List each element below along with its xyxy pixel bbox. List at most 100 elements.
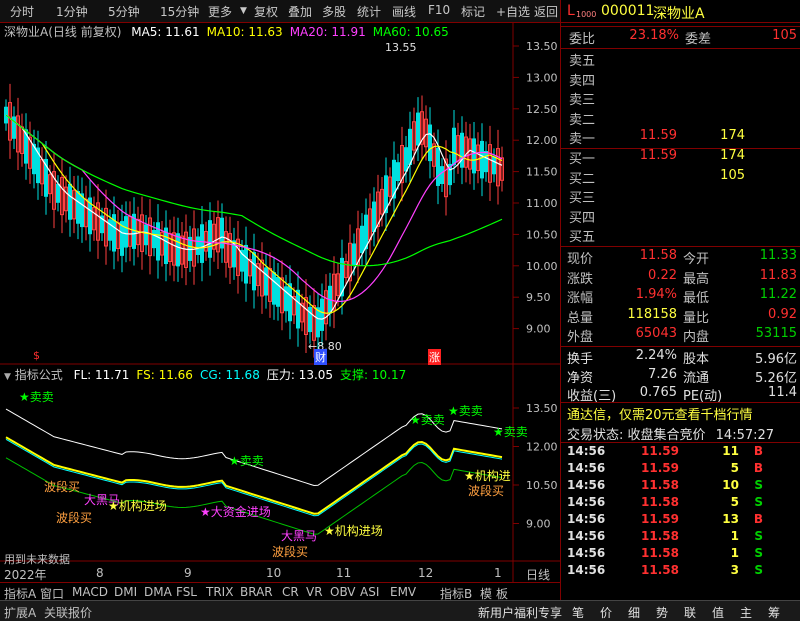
tick-p: 11.59	[641, 461, 679, 475]
price-tick-label: 10.00	[526, 260, 558, 273]
stock-title-bar: L 1000 000011 深物业A	[561, 0, 800, 22]
tab-1min[interactable]: 1分钟	[56, 3, 88, 20]
candle-body	[372, 201, 376, 233]
indicator-tick-label: 13.50	[526, 402, 558, 415]
asks-row: 卖五	[561, 50, 800, 70]
indicator-tab[interactable]: DMA	[144, 585, 172, 599]
quote2-v1: 2.24%	[635, 348, 677, 363]
indicator-header: ▼ 指标公式 FL: 11.71 FS: 11.66 CG: 11.68 压力: 13…	[4, 366, 406, 383]
panel-tab[interactable]: 细	[628, 604, 640, 621]
panel-tab[interactable]: 值	[712, 604, 724, 621]
quote-v2: 11.33	[759, 248, 797, 263]
tick-t: 14:56	[567, 512, 606, 526]
bids-row: 买二 105	[561, 168, 800, 188]
indicator-tab[interactable]: VR	[306, 585, 323, 599]
panel-tab[interactable]: 笔	[572, 604, 584, 621]
indicator-tab[interactable]: MACD	[72, 585, 108, 599]
bids-row: 买一 11.59 174	[561, 148, 800, 168]
quote-v2: 53115	[755, 326, 797, 341]
indicator-legend: FL: 11.71 FS: 11.66 CG: 11.68 压力: 13.05 支撑: …	[67, 368, 407, 382]
quote2-v2: 5.96亿	[755, 352, 797, 367]
quote-panel: L 1000 000011 深物业A 委比 23.18% 委差 105 卖五 卖四…	[560, 0, 800, 600]
indicator-tab[interactable]: EMV	[390, 585, 416, 599]
tick-row: 14:56 11.59 13 B	[561, 512, 800, 529]
chevron-down-icon[interactable]: ▼	[240, 6, 247, 16]
tick-v: 10	[722, 478, 739, 492]
quote-row: 涨跌 0.22 最高 11.83	[561, 268, 800, 288]
btn-related-quote[interactable]: 关联报价	[44, 604, 92, 621]
tick-t: 14:56	[567, 495, 606, 509]
asks-label: 卖五	[569, 54, 596, 69]
candle-body	[108, 219, 112, 241]
quote2-l2: 流通	[683, 370, 710, 386]
panel-tab[interactable]: 联	[684, 604, 696, 621]
bids-row: 买三	[561, 187, 800, 207]
candle-body	[80, 193, 84, 228]
panel-tab[interactable]: 筹	[768, 604, 780, 621]
price-tick-label: 10.50	[526, 228, 558, 241]
quote2-v2: 11.4	[768, 385, 797, 400]
quote-l2: 最低	[683, 291, 710, 306]
btn-duogu[interactable]: 多股	[322, 3, 346, 20]
chevron-down-icon[interactable]: ▼	[4, 372, 11, 382]
candle-body	[288, 283, 292, 322]
panel-tab[interactable]: 主	[740, 604, 752, 621]
candle-body	[164, 227, 168, 265]
indicator-tab[interactable]: ASI	[360, 585, 379, 599]
btn-huaxian[interactable]: 画线	[392, 3, 416, 20]
btn-diejia[interactable]: 叠加	[288, 3, 312, 20]
asks-label: 卖二	[569, 112, 596, 128]
btn-tongji[interactable]: 统计	[357, 3, 381, 20]
tick-p: 11.58	[641, 529, 679, 543]
candle-body	[460, 132, 464, 168]
quote-l1: 现价	[567, 252, 594, 267]
candle-body	[244, 244, 248, 284]
indicator-tab[interactable]: OBV	[330, 585, 356, 599]
candle-body	[56, 183, 60, 203]
btn-biaoji[interactable]: 标记	[461, 3, 485, 20]
indicator-tab[interactable]: DMI	[114, 585, 137, 599]
btn-add-favorite[interactable]: +自选	[496, 3, 530, 20]
signal-sell: ★卖卖	[448, 404, 483, 418]
indicator-tabbar: 指标A 窗口 MACD DMI DMA FSL TRIX BRAR CR VR OBV ASI EMV 指…	[0, 582, 560, 601]
signal-sell: ★卖卖	[493, 425, 528, 439]
candle-body	[76, 191, 80, 224]
indicator-tab[interactable]: BRAR	[240, 585, 273, 599]
tab-more[interactable]: 更多	[208, 3, 232, 20]
signal-inst-entry: ★机构进场	[108, 499, 167, 513]
tab-5min[interactable]: 5分钟	[108, 3, 140, 20]
committee-ratio: 23.18%	[629, 28, 679, 43]
tick-t: 14:56	[567, 461, 606, 475]
period-label[interactable]: 日线	[526, 566, 550, 583]
tick-v: 5	[730, 495, 739, 509]
indicator-tab[interactable]: TRIX	[206, 585, 233, 599]
marker-cai: 财	[314, 349, 327, 365]
tick-row: 14:56 11.59 5 B	[561, 461, 800, 478]
indicator-tab[interactable]: CR	[282, 585, 299, 599]
indicator-tab[interactable]: FSL	[176, 585, 197, 599]
btn-fuquan[interactable]: 复权	[254, 3, 278, 20]
tick-row: 14:56 11.59 11 B	[561, 444, 800, 461]
promo-link[interactable]: 新用户福利专享	[478, 604, 562, 621]
panel-tab[interactable]: 势	[656, 604, 668, 621]
status-bar: 扩展A 关联报价 新用户福利专享 笔价细势联值主筹	[0, 600, 800, 621]
bids-volume: 105	[720, 167, 745, 183]
ad-banner[interactable]: 通达信，仅需20元查看千档行情	[567, 404, 753, 423]
date-month: 12	[418, 566, 434, 580]
tick-row: 14:56 11.58 1 S	[561, 529, 800, 546]
tab-fenshi[interactable]: 分时	[10, 3, 34, 20]
tick-d: S	[754, 478, 763, 492]
panel-tab[interactable]: 价	[600, 604, 612, 621]
btn-back[interactable]: 返回	[534, 3, 558, 20]
btn-f10[interactable]: F10	[428, 3, 450, 17]
stock-code-sub: 1000	[576, 10, 597, 19]
price-tick-label: 9.50	[526, 291, 551, 304]
date-month: 11	[336, 566, 352, 580]
tab-15min[interactable]: 15分钟	[160, 3, 199, 20]
signal-wave-buy: 波段买	[272, 545, 309, 559]
tick-row: 14:56 11.58 10 S	[561, 478, 800, 495]
indicator-name[interactable]: 指标公式	[15, 368, 63, 382]
quote-row: 外盘 65043 内盘 53115	[561, 326, 800, 346]
btn-expand-a[interactable]: 扩展A	[4, 604, 36, 621]
candle-body	[440, 166, 444, 185]
